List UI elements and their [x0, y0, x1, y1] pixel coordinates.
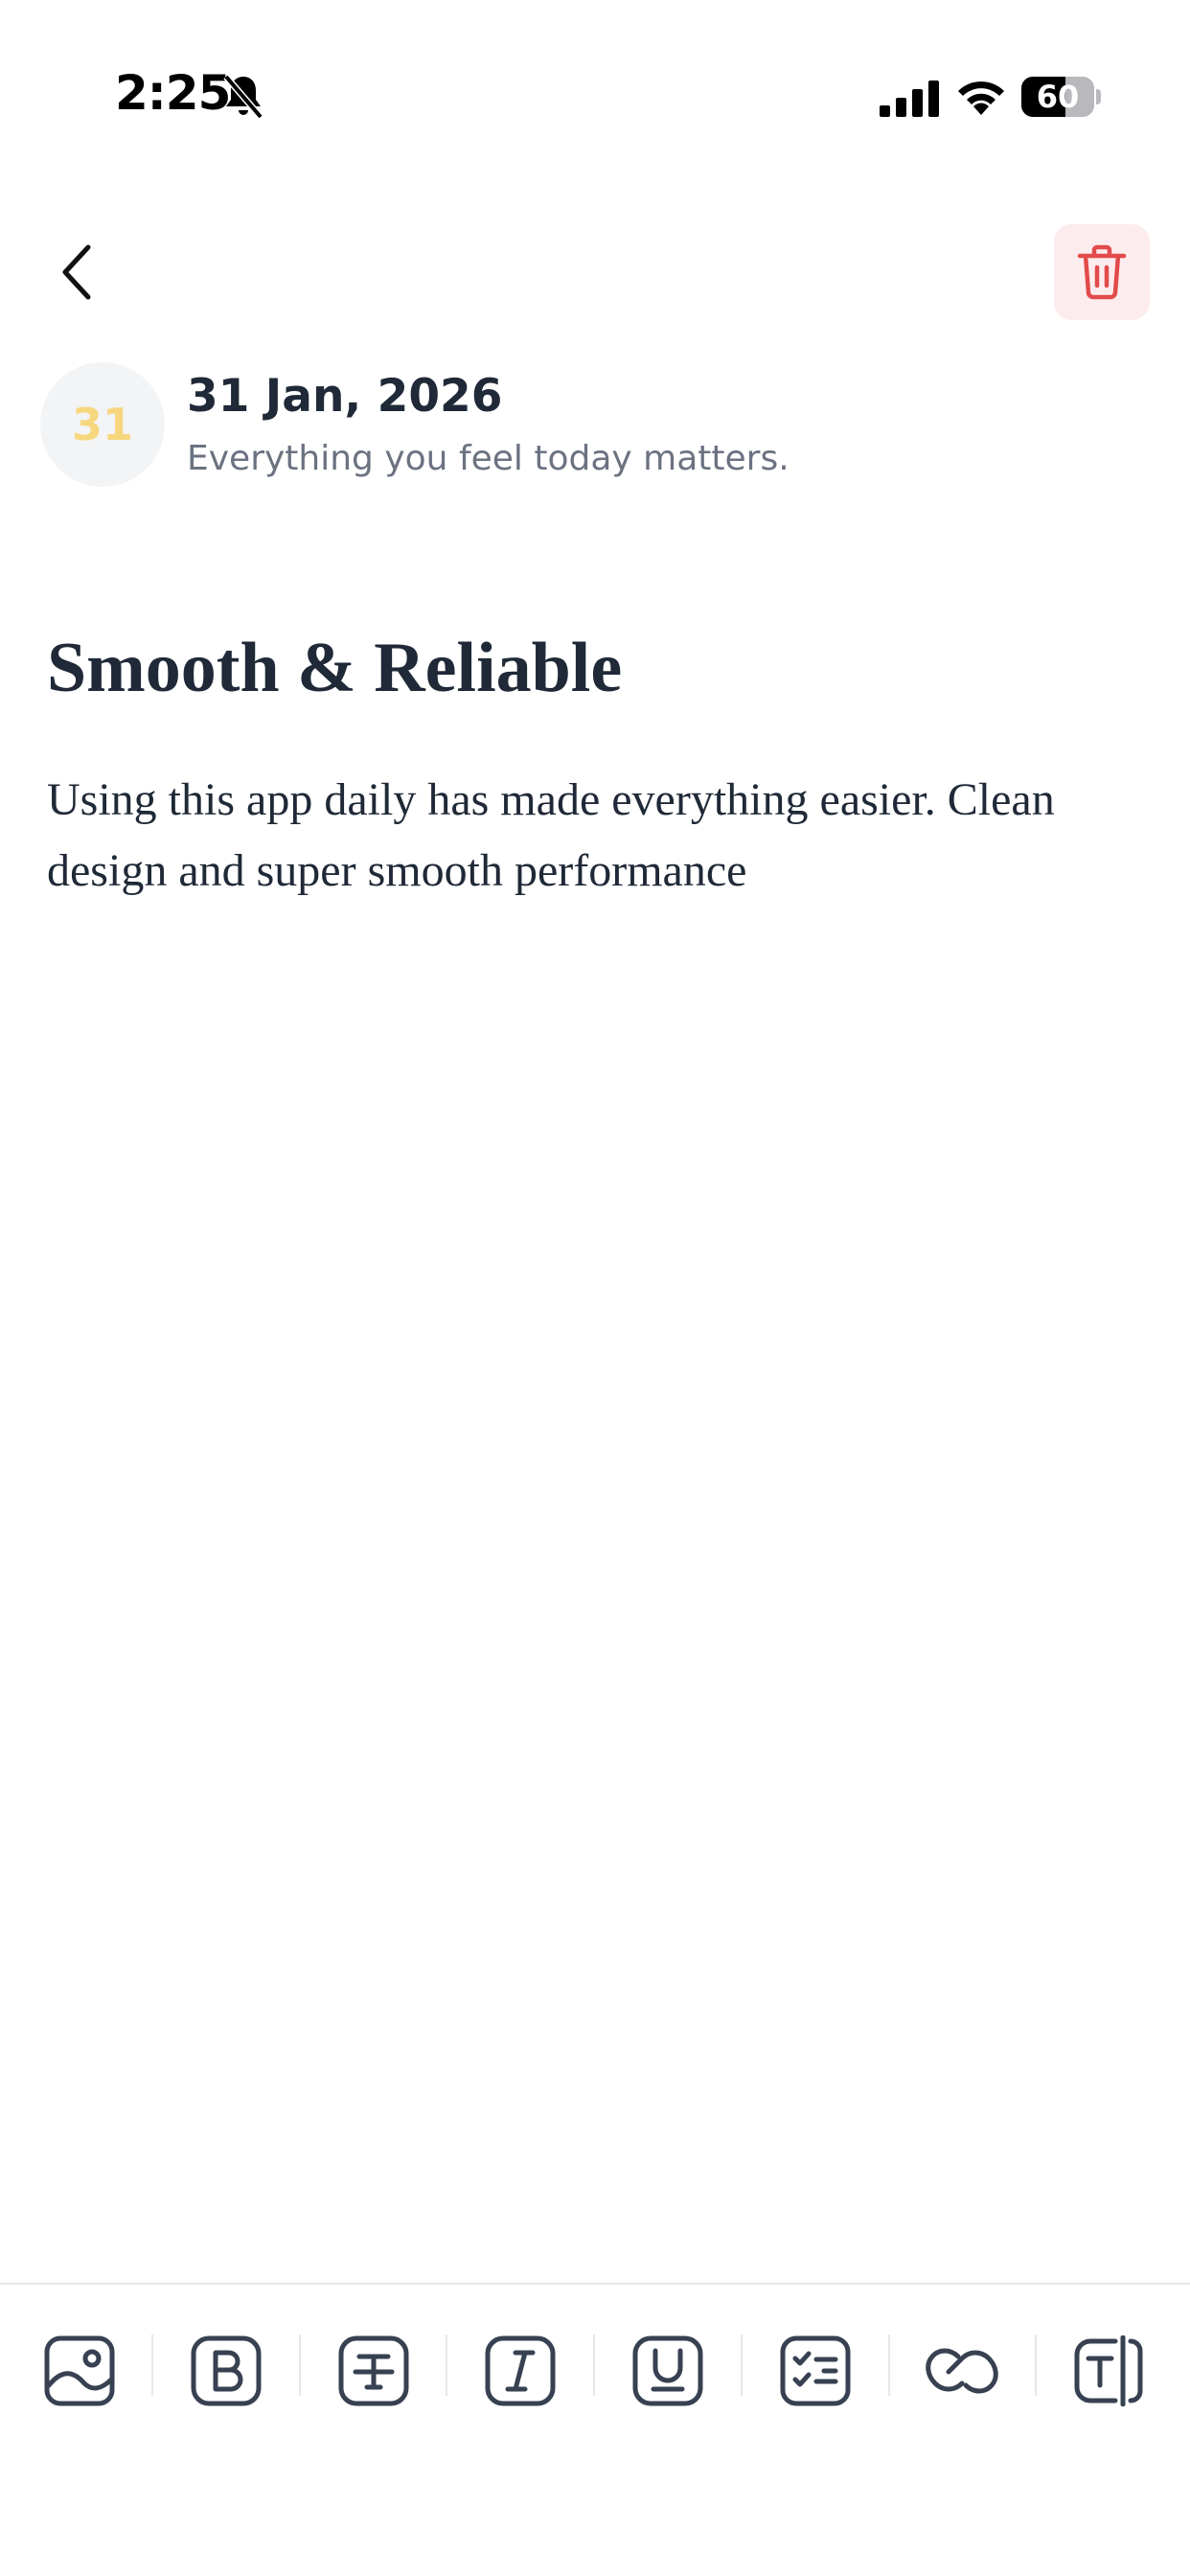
checklist-icon: [780, 2335, 851, 2406]
entry-subtitle: Everything you feel today matters.: [187, 439, 790, 478]
delete-button[interactable]: [1054, 224, 1150, 320]
image-icon: [44, 2335, 115, 2406]
italic-icon: [485, 2335, 556, 2406]
cellular-signal-icon: [880, 80, 939, 117]
day-badge: 31: [40, 362, 165, 487]
strikethrough-button[interactable]: [338, 2335, 409, 2406]
italic-button[interactable]: [485, 2335, 556, 2406]
status-bar: 2:25 60: [0, 0, 1190, 192]
link-icon: [926, 2348, 998, 2394]
underline-icon: [632, 2335, 703, 2406]
checklist-button[interactable]: [780, 2335, 851, 2406]
back-button[interactable]: [54, 240, 102, 305]
wifi-icon: [954, 77, 1008, 117]
image-button[interactable]: [44, 2335, 115, 2406]
bold-icon: [191, 2335, 262, 2406]
text-cursor-icon: [1074, 2335, 1143, 2406]
chevron-left-icon: [62, 244, 91, 300]
bold-button[interactable]: [191, 2335, 262, 2406]
bell-off-icon: [222, 73, 264, 121]
status-time: 2:25: [115, 65, 231, 121]
note-title[interactable]: Smooth & Reliable: [47, 628, 622, 709]
entry-date: 31 Jan, 2026: [187, 370, 503, 423]
note-body[interactable]: Using this app daily has made everything…: [47, 765, 1149, 907]
text-cursor-button[interactable]: [1073, 2335, 1144, 2406]
battery-icon: 60: [1021, 77, 1101, 117]
trash-icon: [1077, 244, 1127, 300]
formatting-toolbar: [0, 2283, 1190, 2476]
strikethrough-icon: [338, 2335, 409, 2406]
link-button[interactable]: [924, 2335, 1000, 2406]
battery-percent: 60: [1036, 79, 1080, 115]
underline-button[interactable]: [632, 2335, 703, 2406]
